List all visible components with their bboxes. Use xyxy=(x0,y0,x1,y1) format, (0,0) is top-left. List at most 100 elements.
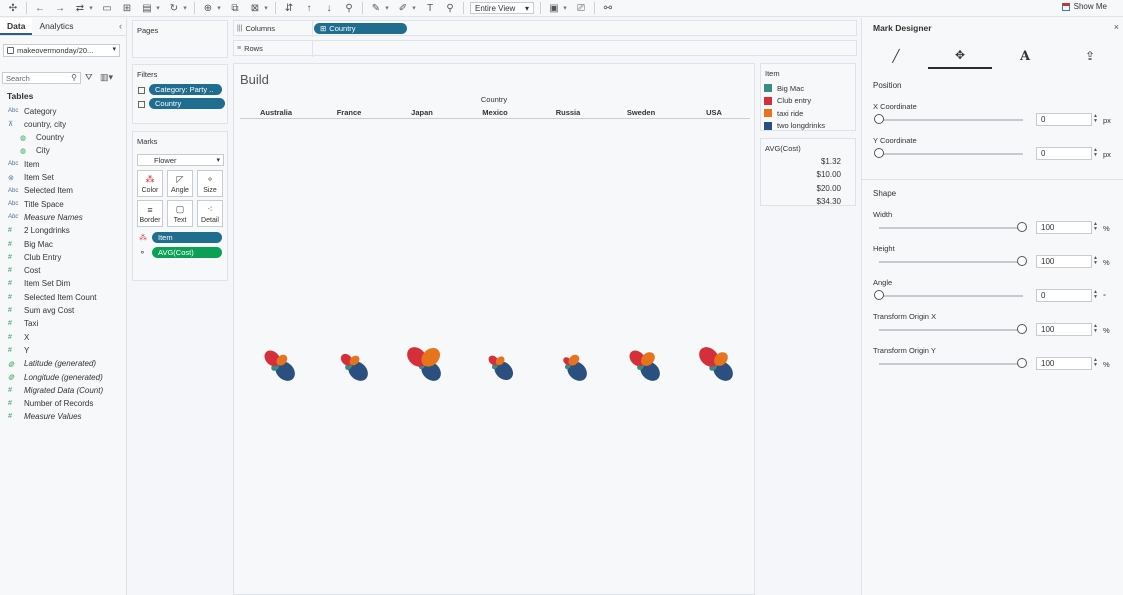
field-item[interactable]: Abc Measure Names xyxy=(8,211,83,223)
field-item[interactable]: # Taxi xyxy=(8,318,38,330)
tab-export[interactable]: ⇪ xyxy=(1058,43,1122,69)
highlight-dropdown-icon[interactable]: ▾ xyxy=(384,2,390,15)
field-item[interactable]: # Migrated Data (Count) xyxy=(8,384,103,396)
annotate-icon[interactable]: ✐ xyxy=(396,2,410,15)
field-item[interactable]: ⊚ Item Set xyxy=(8,172,54,184)
flower-mark[interactable] xyxy=(562,353,591,385)
slider-handle[interactable] xyxy=(874,114,884,124)
collapse-pane-icon[interactable]: ‹ xyxy=(119,21,122,31)
border-button[interactable]: ≡ Border xyxy=(137,200,163,227)
field-item[interactable]: # Big Mac xyxy=(8,238,53,250)
property-value-input[interactable]: 100 xyxy=(1036,357,1092,370)
field-item[interactable]: ◍ Latitude (generated) xyxy=(8,358,96,370)
slider-handle[interactable] xyxy=(874,290,884,300)
tab-position[interactable]: ✥ xyxy=(928,43,992,69)
tab-style[interactable]: ╱ xyxy=(864,43,928,69)
spinner-icon[interactable]: ▲ ▼ xyxy=(1093,358,1099,368)
clear-sheet-icon[interactable]: ⊠ xyxy=(248,2,262,15)
show-me-button[interactable]: Show Me xyxy=(1061,2,1107,11)
filter-pill-country[interactable]: Country xyxy=(149,98,225,109)
property-slider[interactable] xyxy=(879,227,1023,229)
sort-descending-icon[interactable]: ↓ xyxy=(322,2,336,15)
legend-item[interactable]: two longdrinks xyxy=(764,121,825,131)
refresh-dropdown-icon[interactable]: ▾ xyxy=(182,2,188,15)
property-value-input[interactable]: 100 xyxy=(1036,255,1092,268)
pause-updates-icon[interactable]: ▤ xyxy=(140,2,154,15)
field-search-input[interactable]: Search ⚲ xyxy=(2,72,81,84)
sort-ascending-icon[interactable]: ↑ xyxy=(302,2,316,15)
property-slider[interactable] xyxy=(879,363,1023,365)
duplicate-sheet-icon[interactable]: ⧉ xyxy=(228,2,242,15)
property-value-input[interactable]: 100 xyxy=(1036,323,1092,336)
flower-mark[interactable] xyxy=(339,352,372,385)
field-item[interactable]: # Item Set Dim xyxy=(8,278,70,290)
tableau-logo-icon[interactable]: ✣ xyxy=(6,2,20,15)
property-value-input[interactable]: 0 xyxy=(1036,147,1092,160)
save-icon[interactable]: ▭ xyxy=(100,2,114,15)
spinner-icon[interactable]: ▲ ▼ xyxy=(1093,222,1099,232)
flower-mark[interactable] xyxy=(487,354,517,384)
angle-button[interactable]: ◸ Angle xyxy=(167,170,193,197)
view-options-icon[interactable]: ▥▾ xyxy=(100,72,113,83)
fix-axes-icon[interactable]: ⚲ xyxy=(443,2,457,15)
show-cards-dropdown-icon[interactable]: ▾ xyxy=(562,2,568,15)
flower-mark[interactable] xyxy=(261,347,298,384)
field-item[interactable]: Abc Item xyxy=(8,158,40,170)
show-cards-icon[interactable]: ▣ xyxy=(547,2,561,15)
field-item[interactable]: # Selected Item Count xyxy=(8,291,96,303)
spinner-icon[interactable]: ▲ ▼ xyxy=(1093,148,1099,158)
marks-pill-item[interactable]: Item xyxy=(152,232,222,243)
new-datasource-icon[interactable]: ⊞ xyxy=(120,2,134,15)
detail-button[interactable]: ⁖ Detail xyxy=(197,200,223,227)
property-slider[interactable] xyxy=(879,119,1023,121)
tab-text[interactable]: A xyxy=(993,43,1057,69)
field-item[interactable]: # Measure Values xyxy=(8,411,82,423)
field-item[interactable]: # X xyxy=(8,331,29,343)
refresh-icon[interactable]: ↻ xyxy=(167,2,181,15)
text-button[interactable]: ▢ Text xyxy=(167,200,193,227)
columns-pill-country[interactable]: ⊞ Country xyxy=(314,23,407,34)
pin-icon[interactable]: ⚲ xyxy=(342,2,356,15)
field-item[interactable]: # Cost xyxy=(8,265,40,277)
legend-item[interactable]: Club entry xyxy=(764,96,811,106)
property-slider[interactable] xyxy=(879,261,1023,263)
spinner-icon[interactable]: ▲ ▼ xyxy=(1093,114,1099,124)
property-slider[interactable] xyxy=(879,153,1023,155)
legend-item[interactable]: taxi ride xyxy=(764,108,803,118)
tab-data[interactable]: Data xyxy=(0,18,33,35)
spinner-icon[interactable]: ▲ ▼ xyxy=(1093,290,1099,300)
filters-card[interactable]: Filters Category: Party .. Country xyxy=(132,64,228,124)
labels-icon[interactable]: T xyxy=(423,2,437,15)
flower-mark[interactable] xyxy=(695,343,737,385)
size-button[interactable]: ⚬ Size xyxy=(197,170,223,197)
spinner-icon[interactable]: ▲ ▼ xyxy=(1093,256,1099,266)
field-item[interactable]: Abc Title Space xyxy=(8,198,64,210)
field-item[interactable]: ◍ City xyxy=(20,145,50,157)
legend-item[interactable]: Big Mac xyxy=(764,83,804,93)
rows-shelf[interactable]: ≡ Rows xyxy=(233,40,857,57)
undo-icon[interactable]: ← xyxy=(33,2,47,15)
close-icon[interactable]: × xyxy=(1114,22,1119,32)
field-item[interactable]: # Club Entry xyxy=(8,251,61,263)
filter-fields-icon[interactable]: ⛛ xyxy=(85,72,93,83)
tab-analytics[interactable]: Analytics xyxy=(32,18,80,35)
field-item[interactable]: # Y xyxy=(8,344,29,356)
new-worksheet-dropdown-icon[interactable]: ▾ xyxy=(216,2,222,15)
worksheet-view[interactable]: Build Country Australia France Japan Mexico… xyxy=(233,63,755,595)
share-icon[interactable]: ⚯ xyxy=(601,2,615,15)
marks-pill-avg-cost[interactable]: AVG(Cost) xyxy=(152,247,222,258)
property-value-input[interactable]: 100 xyxy=(1036,221,1092,234)
field-item[interactable]: Abc Category xyxy=(8,105,56,117)
flower-mark[interactable] xyxy=(403,343,445,385)
slider-handle[interactable] xyxy=(874,148,884,158)
redo-icon[interactable]: → xyxy=(53,2,67,15)
swap-icon[interactable]: ⇵ xyxy=(282,2,296,15)
property-slider[interactable] xyxy=(879,329,1023,331)
new-worksheet-icon[interactable]: ⊕ xyxy=(201,2,215,15)
replay-icon[interactable]: ⇄ xyxy=(73,2,87,15)
field-item[interactable]: # Number of Records xyxy=(8,398,93,410)
pause-dropdown-icon[interactable]: ▾ xyxy=(155,2,161,15)
replay-dropdown-icon[interactable]: ▾ xyxy=(88,2,94,15)
field-item[interactable]: Abc Selected Item xyxy=(8,185,73,197)
datasource-select[interactable]: makeovermonday/20... ▾ xyxy=(3,44,120,57)
